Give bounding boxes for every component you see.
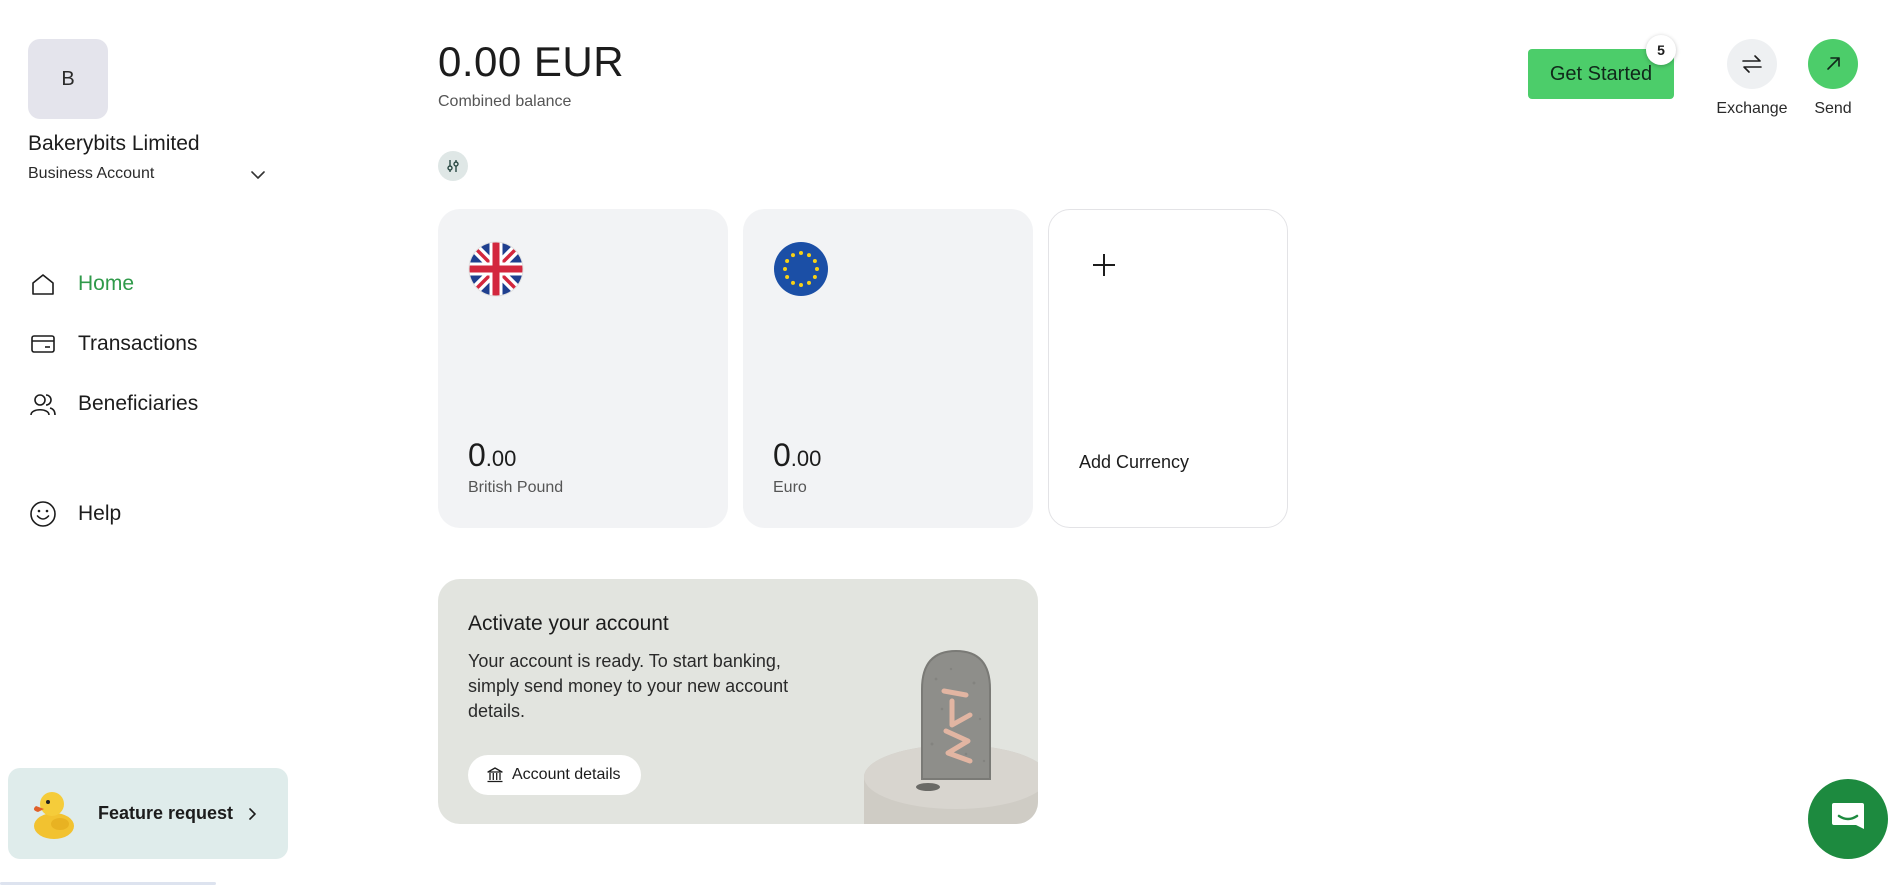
sidebar-item-transactions[interactable]: Transactions [28, 324, 268, 364]
feature-request-label: Feature request [98, 803, 234, 823]
sidebar: B Bakerybits Limited Business Account Ho… [0, 0, 300, 886]
get-started-label: Get Started [1549, 62, 1653, 85]
currency-amount: 0.00 [468, 437, 516, 474]
plus-icon [1093, 254, 1115, 276]
activate-body: Your account is ready. To start banking,… [468, 651, 789, 721]
currency-amount-dec: .00 [485, 446, 517, 471]
company-name: Bakerybits Limited [28, 132, 200, 155]
sidebar-item-beneficiaries[interactable]: Beneficiaries [28, 384, 268, 424]
chevron-right-icon [249, 807, 256, 820]
exchange-label: Exchange [1716, 100, 1788, 117]
duck-icon [33, 791, 74, 839]
account-type[interactable]: Business Account [28, 165, 154, 183]
avatar-initial: B [61, 67, 75, 90]
currency-amount-dec: .00 [790, 446, 822, 471]
combined-balance-amount: 0.00 EUR [438, 38, 625, 85]
home-icon [28, 269, 58, 299]
currency-amount-int: 0 [773, 437, 791, 473]
feature-request-button[interactable]: Feature request [8, 768, 288, 859]
send-arrow-icon [1827, 57, 1840, 70]
currency-name: Euro [773, 479, 807, 496]
exchange-icon [1742, 55, 1762, 73]
activate-account-card: Activate your account Your account is re… [438, 579, 1038, 824]
filter-button[interactable] [438, 151, 468, 181]
activate-title: Activate your account [468, 612, 669, 635]
sliders-icon [447, 160, 459, 172]
sidebar-item-label: Transactions [78, 332, 198, 355]
eu-flag-icon [774, 242, 828, 296]
chevron-down-icon[interactable] [248, 165, 268, 185]
notification-badge: 5 [1646, 35, 1676, 65]
sidebar-item-label: Beneficiaries [78, 392, 199, 415]
uk-flag-icon [468, 241, 524, 297]
chat-button[interactable] [1808, 779, 1888, 859]
sidebar-item-label: Home [78, 272, 135, 295]
stone-illustration [864, 649, 1038, 824]
scroll-indicator [0, 882, 216, 885]
add-currency-card[interactable]: Add Currency [1048, 209, 1288, 528]
card-icon [28, 329, 58, 359]
send-button[interactable] [1808, 39, 1858, 89]
sidebar-item-label: Help [78, 502, 122, 525]
account-details-label: Account details [512, 766, 621, 783]
account-details-button[interactable]: Account details [468, 755, 641, 795]
sidebar-item-home[interactable]: Home [28, 264, 268, 304]
bank-icon [487, 767, 503, 783]
people-icon [28, 389, 58, 419]
add-currency-label: Add Currency [1079, 452, 1190, 472]
avatar[interactable]: B [28, 39, 108, 119]
currency-name: British Pound [468, 479, 564, 496]
currency-card-gbp[interactable]: 0.00 British Pound [438, 209, 728, 528]
send-label: Send [1814, 100, 1852, 117]
currency-card-eur[interactable]: 0.00 Euro [743, 209, 1033, 528]
smiley-icon [28, 499, 58, 529]
currency-amount-int: 0 [468, 437, 486, 473]
exchange-button[interactable] [1727, 39, 1777, 89]
sidebar-item-help[interactable]: Help [28, 494, 268, 534]
combined-balance-label: Combined balance [438, 93, 572, 110]
currency-amount: 0.00 [773, 437, 821, 474]
chat-icon [1832, 803, 1864, 829]
